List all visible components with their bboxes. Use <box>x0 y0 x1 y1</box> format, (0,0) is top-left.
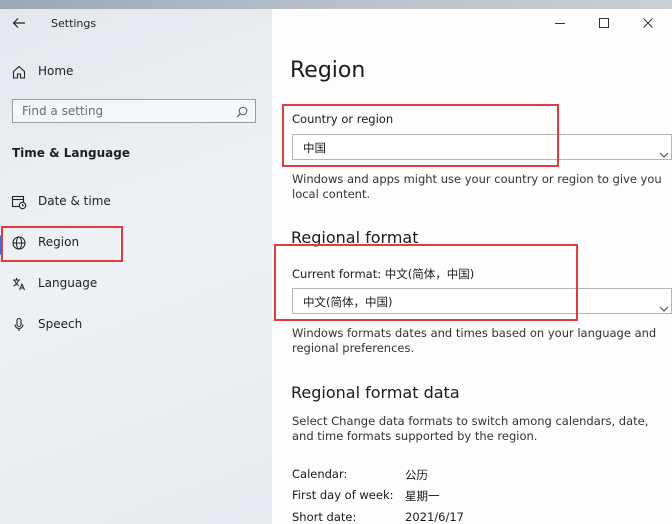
regional-format-description: Windows formats dates and times based on… <box>292 326 657 355</box>
page-title: Region <box>290 58 366 83</box>
microphone-icon <box>11 317 27 333</box>
sidebar-item-date-time[interactable]: Date & time <box>0 184 272 220</box>
search-placeholder: Find a setting <box>22 104 104 118</box>
sidebar: Settings Home Find a setting Time & Lang… <box>0 9 272 524</box>
back-arrow-icon[interactable] <box>11 15 27 31</box>
highlight-box-format <box>274 244 578 321</box>
desktop-background <box>0 0 672 9</box>
calendar-clock-icon <box>11 194 27 210</box>
country-description: Windows and apps might use your country … <box>292 172 662 201</box>
main-content: Region Country or region 中国 Windows and … <box>272 9 672 524</box>
sidebar-item-label: Date & time <box>38 194 111 208</box>
app-title: Settings <box>51 17 97 30</box>
home-icon <box>11 64 27 80</box>
sidebar-item-label: Language <box>38 276 98 290</box>
short-date-value: 2021/6/17 <box>405 510 464 524</box>
sidebar-item-speech[interactable]: Speech <box>0 307 272 343</box>
sidebar-item-label: Speech <box>38 317 83 331</box>
language-icon <box>11 276 27 292</box>
chevron-down-icon <box>659 144 669 158</box>
sidebar-item-language[interactable]: Language <box>0 266 272 302</box>
close-icon[interactable] <box>640 15 656 31</box>
calendar-key: Calendar: <box>292 467 348 481</box>
highlight-box-country <box>282 104 559 167</box>
section-title: Time & Language <box>12 146 131 160</box>
first-day-key: First day of week: <box>292 488 394 502</box>
sidebar-item-home[interactable]: Home <box>0 54 272 90</box>
sidebar-item-label: Home <box>38 64 74 78</box>
format-data-description: Select Change data formats to switch amo… <box>292 414 649 443</box>
short-date-key: Short date: <box>292 510 357 524</box>
highlight-box-region <box>1 226 123 262</box>
search-input[interactable]: Find a setting <box>12 99 256 123</box>
first-day-value: 星期一 <box>405 489 440 503</box>
format-data-heading: Regional format data <box>291 383 460 402</box>
maximize-icon[interactable] <box>596 15 612 31</box>
minimize-icon[interactable] <box>552 15 568 31</box>
title-bar: Settings <box>0 9 272 39</box>
window-controls <box>542 9 672 39</box>
calendar-value: 公历 <box>405 468 428 482</box>
search-icon[interactable] <box>235 104 249 118</box>
chevron-down-icon <box>659 298 669 312</box>
